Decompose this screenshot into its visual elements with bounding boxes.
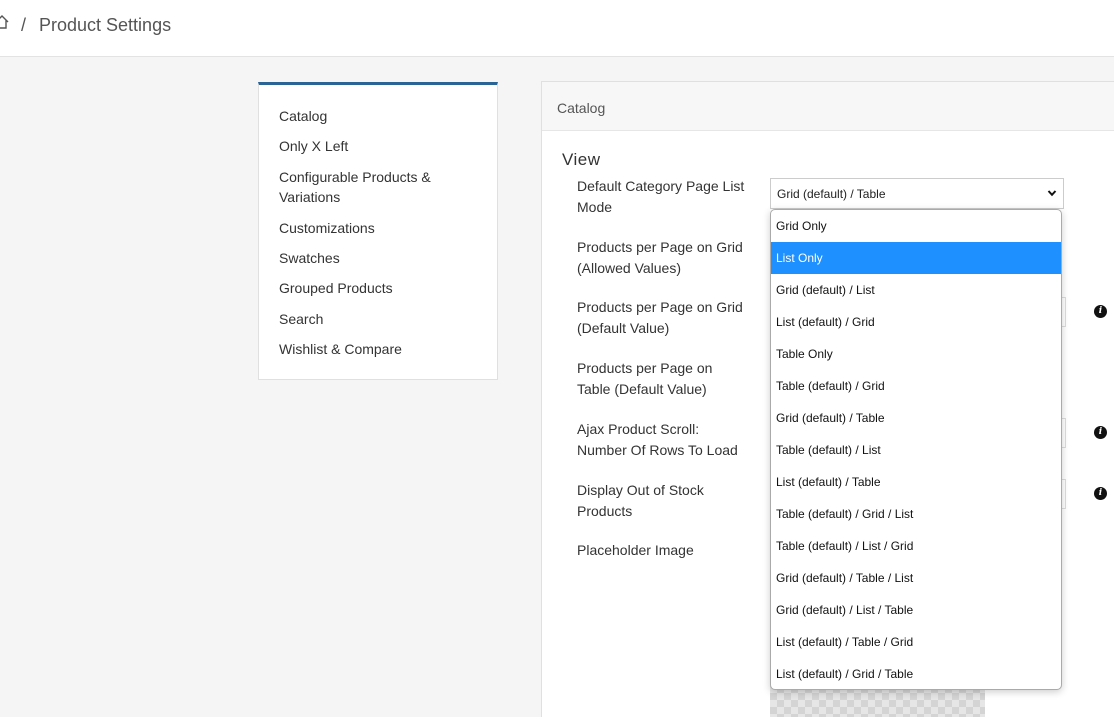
home-icon[interactable] (0, 14, 10, 30)
dropdown-option[interactable]: List (default) / Grid / Table (771, 658, 1061, 689)
dropdown-option[interactable]: List (default) / Table / Grid (771, 626, 1061, 658)
sidebar-item-configurable-products[interactable]: Configurable Products & Variations (279, 167, 479, 207)
sidebar-item-customizations[interactable]: Customizations (279, 218, 479, 238)
sidebar-item-catalog[interactable]: Catalog (279, 106, 479, 126)
label-grid-default-value: Products per Page on Grid (Default Value… (577, 299, 743, 336)
list-mode-select-value: Grid (default) / Table (777, 187, 886, 201)
list-mode-dropdown: Grid Only List Only Grid (default) / Lis… (770, 209, 1062, 690)
label-default-list-mode: Default Category Page List Mode (577, 178, 745, 215)
sidebar-item-grouped-products[interactable]: Grouped Products (279, 278, 479, 298)
info-icon[interactable]: i (1094, 305, 1107, 318)
dropdown-option[interactable]: Grid (default) / List (771, 274, 1061, 306)
section-title-view: View (562, 150, 601, 169)
placeholder-image-preview (770, 686, 985, 717)
label-table-default-value: Products per Page on Table (Default Valu… (577, 360, 713, 397)
dropdown-option[interactable]: Grid (default) / List / Table (771, 594, 1061, 626)
label-display-out-of-stock: Display Out of Stock Products (577, 482, 704, 519)
info-icon[interactable]: i (1094, 487, 1107, 500)
sidebar-item-only-x-left[interactable]: Only X Left (279, 136, 479, 156)
sidebar-item-wishlist-compare[interactable]: Wishlist & Compare (279, 339, 479, 359)
dropdown-option[interactable]: Grid (default) / Table / List (771, 562, 1061, 594)
dropdown-option[interactable]: Table Only (771, 338, 1061, 370)
label-placeholder-image: Placeholder Image (577, 542, 694, 558)
dropdown-option[interactable]: Table (default) / Grid (771, 370, 1061, 402)
dropdown-option[interactable]: List (default) / Table (771, 466, 1061, 498)
dropdown-option[interactable]: Table (default) / List / Grid (771, 530, 1061, 562)
sidebar-item-search[interactable]: Search (279, 309, 479, 329)
label-ajax-scroll-rows: Ajax Product Scroll: Number Of Rows To L… (577, 421, 738, 458)
dropdown-option[interactable]: Table (default) / Grid / List (771, 498, 1061, 530)
info-icon[interactable]: i (1094, 426, 1107, 439)
top-bar: / Product Settings (0, 0, 1114, 57)
dropdown-option[interactable]: Grid (default) / Table (771, 402, 1061, 434)
breadcrumb-separator: / (21, 15, 27, 35)
panel-header: Catalog (542, 82, 1114, 131)
list-mode-select[interactable]: Grid (default) / Table (770, 178, 1064, 209)
label-grid-allowed-values: Products per Page on Grid (Allowed Value… (577, 239, 743, 276)
dropdown-option[interactable]: List (default) / Grid (771, 306, 1061, 338)
panel-header-title: Catalog (557, 100, 606, 116)
page-title: Product Settings (39, 15, 172, 35)
chevron-down-icon (1047, 190, 1057, 197)
sidebar-item-swatches[interactable]: Swatches (279, 248, 479, 268)
settings-sidebar: Catalog Only X Left Configurable Product… (258, 82, 498, 380)
dropdown-option-selected[interactable]: List Only (771, 242, 1061, 274)
dropdown-option[interactable]: Table (default) / List (771, 434, 1061, 466)
dropdown-option[interactable]: Grid Only (771, 210, 1061, 242)
